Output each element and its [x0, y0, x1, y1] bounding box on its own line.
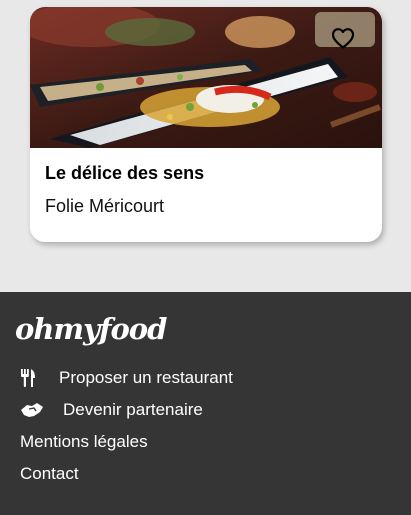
- content-area: Le délice des sens Folie Méricourt: [0, 0, 411, 292]
- footer-link-label: Proposer un restaurant: [59, 368, 233, 387]
- footer-link-label: Mentions légales: [20, 432, 148, 451]
- handshake-icon: [20, 400, 44, 420]
- utensils-icon: [20, 368, 44, 388]
- restaurant-dish-photo: [30, 7, 382, 148]
- footer-link-label: Devenir partenaire: [63, 400, 203, 419]
- card-body: Le délice des sens Folie Méricourt: [30, 148, 382, 217]
- site-footer: ohmyfood Proposer un restaurant Devenir …: [0, 292, 411, 515]
- footer-link-contact[interactable]: Contact: [20, 462, 233, 486]
- footer-links: Proposer un restaurant Devenir partenair…: [20, 366, 233, 494]
- restaurant-name: Le délice des sens: [45, 163, 205, 183]
- footer-link-legal-notice[interactable]: Mentions légales: [20, 430, 233, 454]
- footer-link-label: Contact: [20, 464, 79, 483]
- restaurant-location: Folie Méricourt: [45, 196, 165, 216]
- restaurant-card[interactable]: Le délice des sens Folie Méricourt: [30, 7, 382, 242]
- heart-outline-icon[interactable]: [331, 27, 355, 49]
- footer-link-become-partner[interactable]: Devenir partenaire: [20, 398, 233, 422]
- footer-link-propose-restaurant[interactable]: Proposer un restaurant: [20, 366, 233, 390]
- ohmyfood-logo[interactable]: ohmyfood: [15, 312, 167, 346]
